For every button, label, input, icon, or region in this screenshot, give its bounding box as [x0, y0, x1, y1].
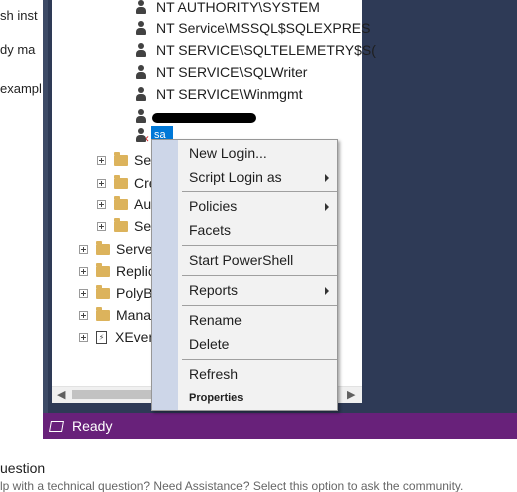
- tree-item-login[interactable]: NT SERVICE\SQLTELEMETRY$S(: [135, 39, 376, 61]
- folder-icon: [114, 217, 128, 232]
- menu-item-delete[interactable]: Delete: [189, 336, 229, 352]
- background-text-fragment: dy ma: [0, 42, 36, 57]
- menu-item-refresh[interactable]: Refresh: [189, 366, 238, 382]
- menu-item-label: Properties: [189, 392, 244, 404]
- user-icon: [135, 0, 147, 15]
- tree-folder[interactable]: Au: [97, 193, 151, 215]
- folder-label: Au: [134, 196, 152, 212]
- menu-item-reports[interactable]: Reports: [189, 282, 329, 298]
- tree-folder[interactable]: Cre: [97, 172, 157, 194]
- folder-icon: [114, 151, 128, 166]
- menu-item-policies[interactable]: Policies: [189, 198, 329, 214]
- tree-folder[interactable]: PolyB: [79, 282, 153, 304]
- menu-item-label: Start PowerShell: [189, 252, 294, 268]
- menu-item-label: New Login...: [189, 145, 267, 161]
- expand-icon[interactable]: [79, 332, 88, 342]
- scroll-right-icon[interactable]: ▶: [347, 388, 355, 401]
- expand-icon[interactable]: [97, 221, 106, 231]
- status-bar: Ready: [43, 413, 517, 439]
- expand-icon[interactable]: [79, 288, 88, 298]
- tree-item-login[interactable]: NT Service\MSSQL$SQLEXPRES: [135, 17, 370, 39]
- login-label: NT SERVICE\SQLWriter: [156, 64, 308, 80]
- context-menu: New Login... Script Login as Policies Fa…: [151, 139, 338, 411]
- menu-separator: [182, 275, 337, 276]
- menu-item-properties[interactable]: Properties: [189, 392, 243, 404]
- folder-icon: [114, 174, 128, 189]
- background-text-fragment: sh inst: [0, 8, 38, 23]
- scrollbar-thumb[interactable]: [72, 390, 154, 399]
- login-label: NT SERVICE\Winmgmt: [156, 86, 303, 102]
- user-icon: [135, 108, 147, 124]
- folder-label: Mana: [116, 307, 152, 323]
- tree-item-login[interactable]: NT SERVICE\SQLWriter: [135, 61, 307, 83]
- window-edge: [43, 0, 48, 413]
- tree-folder[interactable]: Ser: [97, 215, 156, 237]
- disabled-user-icon: ✕: [135, 127, 150, 144]
- tree-folder[interactable]: Ser: [97, 149, 156, 171]
- tree-item-login[interactable]: NT SERVICE\Winmgmt: [135, 83, 303, 105]
- expand-icon[interactable]: [97, 155, 106, 165]
- question-heading: uestion: [0, 460, 46, 476]
- extended-events-icon: ⚡: [96, 330, 107, 344]
- xevents-label: XEver: [115, 329, 154, 345]
- scroll-left-icon[interactable]: ◀: [57, 388, 65, 401]
- user-icon: [135, 64, 147, 80]
- expand-icon[interactable]: [79, 266, 88, 276]
- menu-item-new-login[interactable]: New Login...: [189, 145, 267, 161]
- folder-icon: [96, 262, 110, 277]
- login-label: NT Service\MSSQL$SQLEXPRES: [156, 20, 371, 36]
- folder-icon: [114, 195, 128, 210]
- status-icon: [49, 420, 64, 432]
- menu-separator: [182, 245, 337, 246]
- tree-folder[interactable]: Serve: [79, 238, 153, 260]
- status-text: Ready: [72, 418, 113, 434]
- menu-item-label: Script Login as: [189, 169, 282, 185]
- menu-item-facets[interactable]: Facets: [189, 222, 231, 238]
- login-label: NT AUTHORITY\SYSTEM: [156, 0, 320, 15]
- menu-item-start-powershell[interactable]: Start PowerShell: [189, 252, 293, 268]
- expand-icon[interactable]: [97, 178, 106, 188]
- tree-item-xevents[interactable]: ⚡ XEver: [79, 326, 153, 348]
- submenu-arrow-icon: [325, 203, 329, 211]
- expand-icon[interactable]: [79, 310, 88, 320]
- tree-item-login[interactable]: NT AUTHORITY\SYSTEM: [135, 0, 320, 18]
- menu-item-label: Reports: [189, 282, 239, 298]
- menu-item-script-login-as[interactable]: Script Login as: [189, 169, 329, 185]
- user-icon: [135, 86, 147, 102]
- submenu-arrow-icon: [325, 287, 329, 295]
- background-text-fragment: exampl: [0, 81, 42, 96]
- folder-label: Serve: [116, 241, 153, 257]
- folder-icon: [96, 284, 110, 299]
- menu-item-rename[interactable]: Rename: [189, 312, 242, 328]
- tree-folder[interactable]: Replic: [79, 260, 155, 282]
- expand-icon[interactable]: [79, 244, 88, 254]
- menu-item-label: Refresh: [189, 366, 239, 382]
- menu-item-label: Facets: [189, 222, 232, 238]
- folder-label: Replic: [116, 263, 155, 279]
- menu-gutter: [152, 140, 178, 410]
- login-label: NT SERVICE\SQLTELEMETRY$S(: [156, 42, 376, 58]
- menu-item-label: Delete: [189, 336, 230, 352]
- menu-separator: [182, 191, 337, 192]
- folder-label: PolyB: [116, 285, 153, 301]
- folder-icon: [96, 240, 110, 255]
- tree-folder[interactable]: Mana: [79, 304, 151, 326]
- menu-separator: [182, 305, 337, 306]
- expand-icon[interactable]: [97, 199, 106, 209]
- menu-item-label: Policies: [189, 198, 238, 214]
- question-subtext: lp with a technical question? Need Assis…: [0, 479, 464, 492]
- user-icon: [135, 42, 147, 58]
- menu-item-label: Rename: [189, 312, 242, 328]
- folder-icon: [96, 306, 110, 321]
- menu-separator: [182, 359, 337, 360]
- redacted-login-name: [152, 113, 256, 123]
- user-icon: [135, 20, 147, 36]
- submenu-arrow-icon: [325, 174, 329, 182]
